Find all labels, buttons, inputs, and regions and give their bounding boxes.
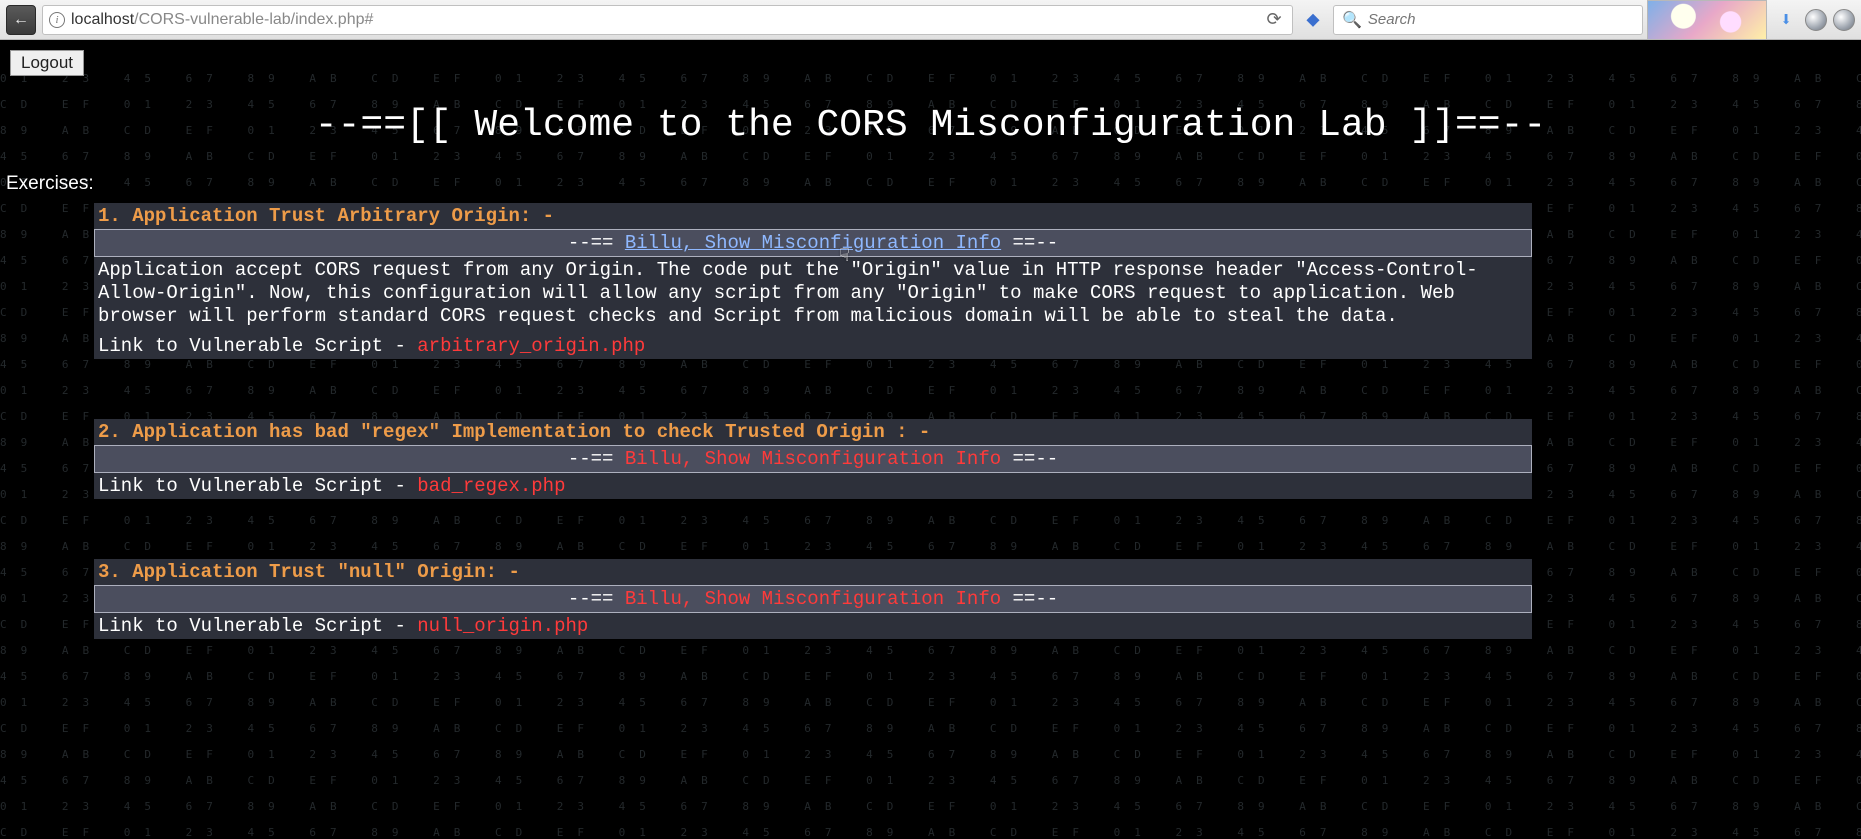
exercises-label: Exercises:	[6, 173, 1851, 195]
toggle-misconfig-info-2[interactable]: --== Billu, Show Misconfiguration Info =…	[94, 445, 1532, 473]
toggle-suffix: ==--	[1001, 588, 1058, 610]
link-prefix: Link to Vulnerable Script -	[98, 475, 417, 497]
vuln-script-link-3[interactable]: null_origin.php	[417, 615, 588, 637]
exercise-block-1: 1. Application Trust Arbitrary Origin: -…	[94, 203, 1532, 359]
exercise-block-2: 2. Application has bad "regex" Implement…	[94, 419, 1532, 499]
url-path: /CORS-vulnerable-lab/index.php#	[134, 11, 373, 28]
toggle-link-text: Billu, Show Misconfiguration Info	[625, 232, 1001, 254]
exercise-heading: 3. Application Trust "null" Origin: -	[94, 559, 1532, 585]
download-icon[interactable]: ⬇	[1773, 7, 1799, 33]
search-input[interactable]	[1368, 11, 1634, 28]
search-box[interactable]: 🔍	[1333, 5, 1643, 35]
search-icon: 🔍	[1342, 10, 1362, 30]
exercise-heading: 2. Application has bad "regex" Implement…	[94, 419, 1532, 445]
url-bar[interactable]: i localhost/CORS-vulnerable-lab/index.ph…	[42, 5, 1293, 35]
toggle-misconfig-info-3[interactable]: --== Billu, Show Misconfiguration Info =…	[94, 585, 1532, 613]
exercise-block-3: 3. Application Trust "null" Origin: - --…	[94, 559, 1532, 639]
back-button[interactable]: ←	[6, 5, 36, 35]
link-prefix: Link to Vulnerable Script -	[98, 335, 417, 357]
reload-button[interactable]: ⟳	[1262, 8, 1286, 32]
url-text: localhost/CORS-vulnerable-lab/index.php#	[71, 11, 373, 29]
link-prefix: Link to Vulnerable Script -	[98, 615, 417, 637]
vuln-script-line: Link to Vulnerable Script - arbitrary_or…	[94, 333, 1532, 359]
persona-theme-image	[1647, 0, 1767, 40]
toggle-prefix: --==	[568, 588, 625, 610]
page-body: Logout --==[[ Welcome to the CORS Miscon…	[0, 40, 1861, 709]
exercise-description: Application accept CORS request from any…	[94, 257, 1532, 333]
vuln-script-link-2[interactable]: bad_regex.php	[417, 475, 565, 497]
vuln-script-line: Link to Vulnerable Script - bad_regex.ph…	[94, 473, 1532, 499]
toggle-prefix: --==	[568, 448, 625, 470]
toggle-link-text: Billu, Show Misconfiguration Info	[625, 588, 1001, 610]
addon-icon[interactable]	[1805, 9, 1827, 31]
page-title: --==[[ Welcome to the CORS Misconfigurat…	[10, 104, 1851, 147]
addon-icon-2[interactable]	[1833, 9, 1855, 31]
url-host: localhost	[71, 11, 134, 28]
exercise-heading: 1. Application Trust Arbitrary Origin: -	[94, 203, 1532, 229]
arrow-left-icon: ←	[16, 11, 26, 29]
vuln-script-line: Link to Vulnerable Script - null_origin.…	[94, 613, 1532, 639]
browser-toolbar: ← i localhost/CORS-vulnerable-lab/index.…	[0, 0, 1861, 40]
toggle-misconfig-info-1[interactable]: --== Billu, Show Misconfiguration Info =…	[94, 229, 1532, 257]
toggle-suffix: ==--	[1001, 232, 1058, 254]
logout-button[interactable]: Logout	[10, 50, 84, 76]
toggle-prefix: --==	[568, 232, 625, 254]
bookmark-icon[interactable]: ◆	[1299, 6, 1327, 34]
toggle-suffix: ==--	[1001, 448, 1058, 470]
toggle-link-text: Billu, Show Misconfiguration Info	[625, 448, 1001, 470]
info-icon[interactable]: i	[49, 12, 65, 28]
vuln-script-link-1[interactable]: arbitrary_origin.php	[417, 335, 645, 357]
